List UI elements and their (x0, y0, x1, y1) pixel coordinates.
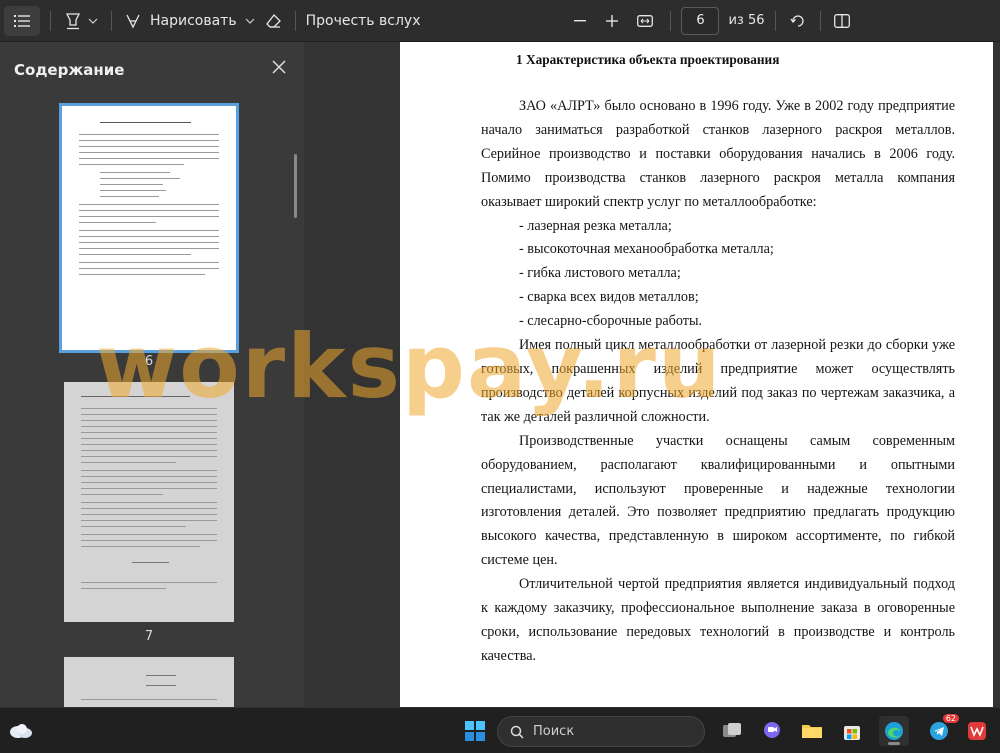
close-icon (272, 60, 286, 74)
zoom-in-button[interactable] (598, 6, 626, 36)
list-item: - лазерная резка металла; (519, 217, 672, 234)
page-thumbnail[interactable] (64, 657, 234, 707)
page-view-button[interactable] (831, 6, 853, 36)
contents-title: Содержание (14, 61, 125, 79)
toolbar-separator (670, 10, 672, 31)
read-aloud-button[interactable]: Прочесть вслух (306, 13, 421, 29)
edge-icon (885, 722, 903, 740)
page-number-input[interactable]: 6 (681, 6, 720, 35)
paragraph: Отличительной чертой предприятия являетс… (481, 576, 955, 664)
toolbar-separator (819, 10, 821, 31)
eraser-icon (266, 13, 282, 28)
fit-width-icon (637, 14, 654, 27)
erase-button[interactable] (263, 6, 285, 36)
windows-icon (465, 721, 485, 741)
page-total: из 56 (728, 13, 765, 28)
reader-toolbar: Нарисовать Прочесть вслух 6 из 56 (0, 0, 1000, 42)
minus-icon (574, 19, 587, 21)
chat-icon (764, 722, 780, 738)
edge-browser-button[interactable] (879, 716, 909, 746)
task-view-button[interactable] (717, 716, 747, 746)
draw-dropdown-button[interactable] (237, 6, 263, 36)
toolbar-separator (111, 10, 112, 31)
chevron-down-icon (88, 18, 98, 24)
pen-icon (126, 14, 140, 28)
search-placeholder: Поиск (533, 724, 575, 739)
highlight-button[interactable] (61, 6, 85, 36)
toolbar-separator (774, 10, 776, 31)
task-view-icon (723, 723, 741, 737)
weather-widget[interactable] (6, 716, 36, 746)
toolbar-separator (50, 10, 51, 31)
weather-cloud-icon (10, 724, 32, 738)
rotate-icon (789, 14, 804, 27)
page-thumbnail[interactable] (64, 382, 234, 622)
search-icon (510, 725, 524, 739)
folder-icon (802, 725, 822, 738)
list-item: - гибка листового металла; (519, 265, 681, 282)
list-item: - высокоточная механообработка металла; (519, 241, 774, 258)
section-heading: 1 Характеристика объекта проектирования (516, 52, 780, 67)
taskbar: Поиск 62 (0, 707, 1000, 753)
list-icon (14, 14, 30, 27)
plus-icon (606, 14, 619, 27)
notification-badge: 62 (942, 714, 959, 723)
start-button[interactable] (460, 716, 490, 746)
telegram-button[interactable]: 62 (924, 714, 959, 746)
wps-icon (968, 722, 986, 740)
rotate-button[interactable] (786, 6, 810, 36)
close-contents-button[interactable] (268, 56, 290, 78)
chevron-down-icon (245, 18, 255, 24)
watermark-text: workspay.ru (96, 315, 723, 418)
draw-button[interactable] (122, 6, 144, 36)
running-indicator (888, 742, 900, 745)
file-explorer-button[interactable] (797, 716, 827, 746)
list-item: - сварка всех видов металлов; (519, 289, 699, 306)
fit-width-button[interactable] (630, 6, 660, 36)
draw-label[interactable]: Нарисовать (150, 13, 237, 29)
highlight-dropdown-button[interactable] (85, 6, 101, 36)
paragraph: ЗАО «АЛРТ» было основано в 1996 году. Уж… (481, 98, 955, 210)
paragraph: Производственные участки оснащены самым … (481, 432, 955, 569)
contents-scrollbar[interactable] (294, 154, 297, 218)
store-bag-icon (844, 726, 860, 740)
toolbar-separator (294, 10, 296, 31)
thumbnail-number: 7 (144, 629, 154, 644)
wps-office-button[interactable] (962, 716, 992, 746)
taskbar-search-input[interactable]: Поиск (497, 716, 705, 747)
two-page-icon (833, 13, 850, 28)
contents-toggle-button[interactable] (4, 5, 40, 36)
store-button[interactable] (837, 716, 867, 746)
page-thumbnail[interactable] (59, 103, 239, 353)
telegram-icon (930, 722, 948, 740)
chat-app-button[interactable] (757, 716, 787, 746)
zoom-out-button[interactable] (566, 6, 594, 36)
highlighter-icon (65, 12, 81, 29)
